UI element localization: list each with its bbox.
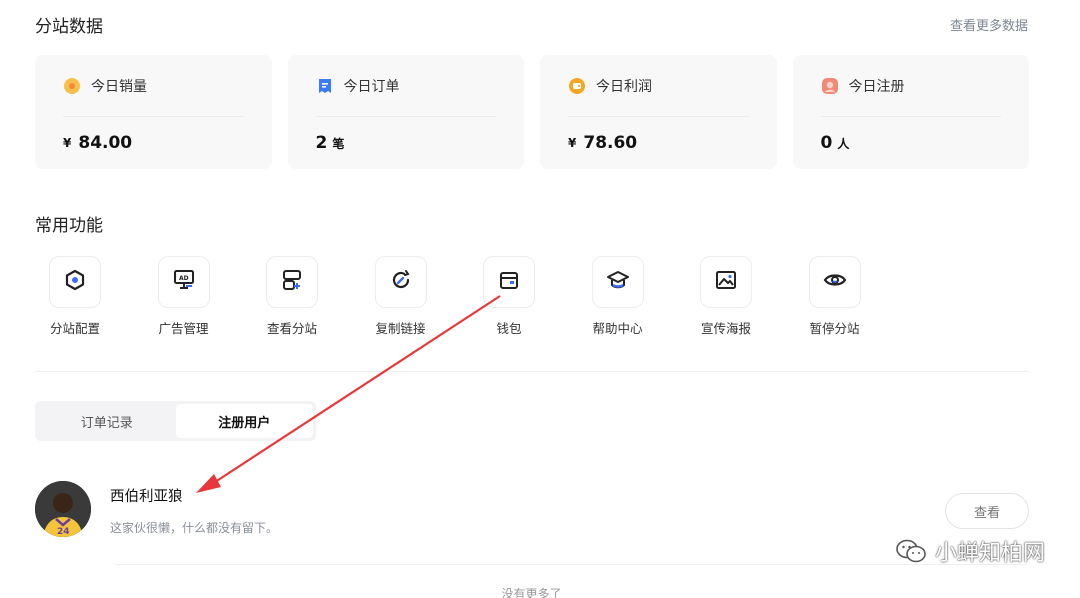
svg-text:24: 24 — [57, 527, 70, 537]
feature-site-config[interactable]: 分站配置 — [40, 256, 149, 337]
register-icon — [821, 77, 839, 95]
feature-help-center[interactable]: 帮助中心 — [583, 256, 692, 337]
graduation-cap-icon — [606, 268, 630, 296]
stat-label: 今日注册 — [848, 78, 905, 95]
no-more-text: 没有更多了 — [501, 587, 562, 598]
stat-card-register: 今日注册 0 人 — [792, 55, 1029, 169]
ad-board-icon: AD — [172, 268, 196, 296]
list-item: 24 西伯利亚狼 这家伙很懒，什么都没有留下。 查看 — [35, 481, 1029, 541]
stat-currency: ¥ — [568, 136, 577, 150]
section-divider — [35, 371, 1029, 372]
sales-icon — [63, 77, 81, 95]
feature-label: 查看分站 — [266, 321, 317, 336]
feature-label: 广告管理 — [158, 321, 209, 336]
stat-label: 今日销量 — [91, 78, 147, 95]
stat-unit: 人 — [837, 136, 850, 151]
feature-wallet[interactable]: 钱包 — [474, 256, 583, 337]
stats-row: 今日销量 ¥ 84.00 今日订单 2 笔 今日利润 ¥ 78.60 今日注册 … — [35, 55, 1029, 169]
copy-link-icon — [389, 268, 413, 296]
feature-pause-site[interactable]: 暂停分站 — [800, 256, 909, 337]
stat-value: 2 — [315, 133, 328, 153]
stat-unit: 笔 — [332, 136, 345, 151]
wechat-icon — [896, 539, 926, 563]
feature-label: 帮助中心 — [592, 321, 643, 336]
stat-label: 今日利润 — [596, 78, 652, 95]
list-divider — [115, 564, 1027, 565]
watermark: 小蝉知柏网 — [895, 535, 1045, 567]
record-tabs: 订单记录 注册用户 — [35, 401, 316, 441]
view-user-button[interactable]: 查看 — [945, 493, 1029, 529]
poster-image-icon — [714, 268, 738, 296]
feature-label: 钱包 — [496, 321, 522, 336]
feature-label: 暂停分站 — [809, 321, 860, 336]
wallet-icon — [497, 268, 521, 296]
stat-card-profit: 今日利润 ¥ 78.60 — [540, 55, 777, 169]
page-title: 分站数据 — [35, 17, 103, 37]
stat-value: 0 — [820, 133, 833, 153]
feature-label: 分站配置 — [49, 321, 100, 336]
eye-pause-icon — [823, 268, 847, 296]
feature-ad-management[interactable]: AD 广告管理 — [149, 256, 258, 337]
svg-text:AD: AD — [179, 275, 189, 282]
watermark-text: 小蝉知柏网 — [934, 541, 1045, 566]
order-icon — [316, 77, 334, 95]
stat-label: 今日订单 — [343, 78, 400, 95]
avatar: 24 — [35, 481, 91, 537]
stat-card-sales: 今日销量 ¥ 84.00 — [35, 55, 272, 169]
feature-label: 复制链接 — [375, 321, 426, 336]
features-title: 常用功能 — [35, 216, 103, 236]
stat-currency: ¥ — [63, 136, 72, 150]
features-grid: 分站配置 AD 广告管理 查看分站 复制链接 钱包 帮助中心 宣传海报 暂停分站 — [40, 256, 908, 337]
feature-poster[interactable]: 宣传海报 — [691, 256, 800, 337]
stat-value: 84.00 — [78, 133, 133, 153]
feature-copy-link[interactable]: 复制链接 — [366, 256, 475, 337]
tab-order-records[interactable]: 订单记录 — [38, 404, 176, 438]
site-view-icon — [280, 268, 304, 296]
stat-value: 78.60 — [583, 133, 638, 153]
hexagon-settings-icon — [63, 268, 87, 296]
user-description: 这家伙很懒，什么都没有留下。 — [110, 521, 279, 535]
user-name: 西伯利亚狼 — [110, 489, 183, 505]
stat-card-orders: 今日订单 2 笔 — [287, 55, 524, 169]
view-more-data-link[interactable]: 查看更多数据 — [950, 15, 1028, 34]
tab-registered-users[interactable]: 注册用户 — [175, 404, 313, 438]
feature-label: 宣传海报 — [700, 321, 751, 336]
profit-icon — [568, 77, 586, 95]
feature-view-site[interactable]: 查看分站 — [257, 256, 366, 337]
